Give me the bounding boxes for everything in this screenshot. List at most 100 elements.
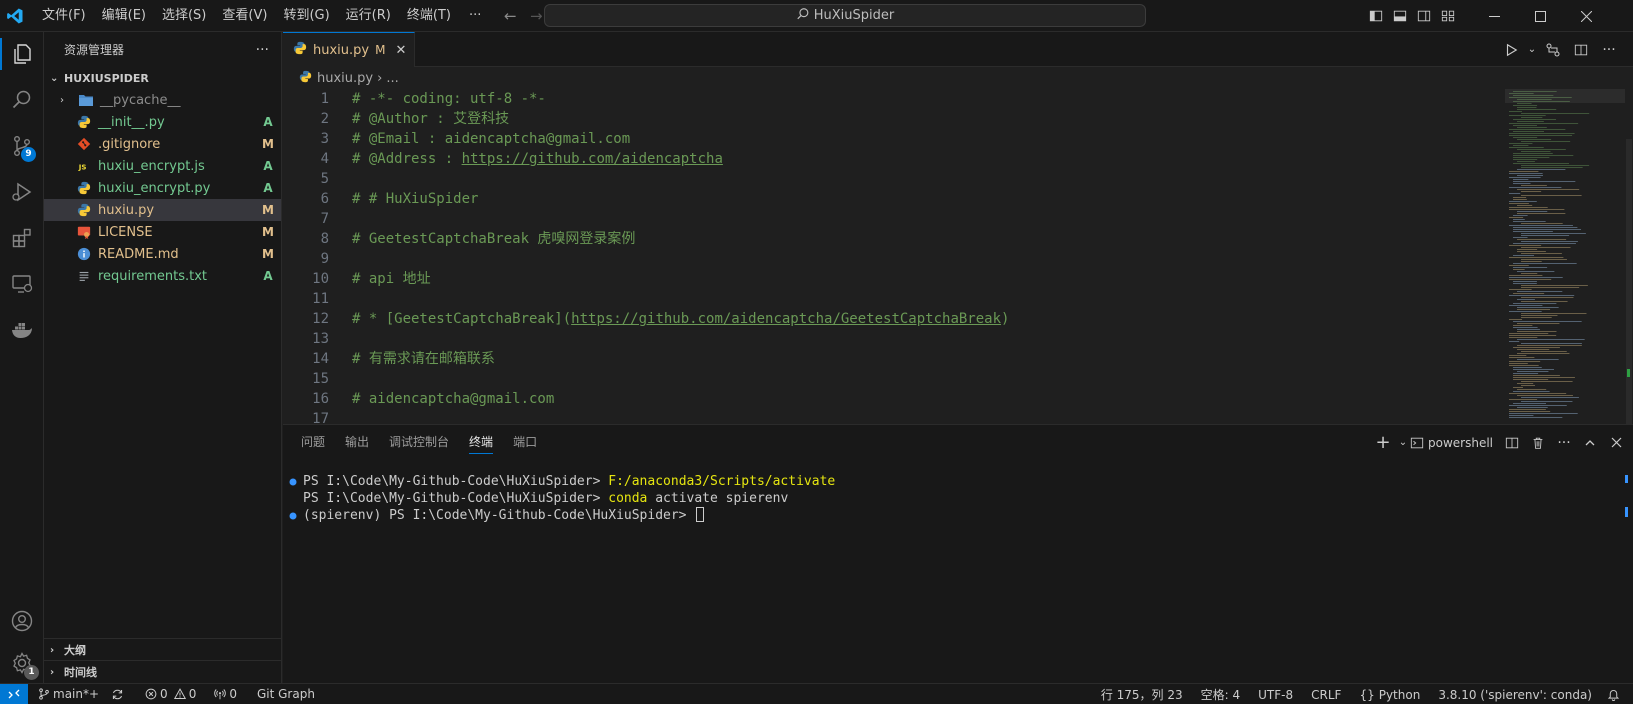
tree-item[interactable]: huxiu_encrypt.py A xyxy=(44,177,281,199)
more-actions-icon[interactable]: ··· xyxy=(1551,435,1577,451)
command-decoration-icon[interactable] xyxy=(283,507,303,524)
tree-item[interactable]: __init__.py A xyxy=(44,111,281,133)
line-number: 17 xyxy=(312,411,329,424)
close-window-icon[interactable] xyxy=(1563,0,1609,32)
settings-gear-icon[interactable]: 1 xyxy=(0,641,44,685)
explorer-more-button[interactable]: ··· xyxy=(256,42,269,58)
menu-item[interactable]: 终端(T) xyxy=(399,0,459,32)
code-line: 17 xyxy=(283,409,1433,424)
split-terminal-icon[interactable] xyxy=(1499,436,1525,450)
branch-status[interactable]: main*+ xyxy=(28,684,105,704)
split-editor-icon[interactable] xyxy=(1567,43,1595,57)
end-of-line[interactable]: CRLF xyxy=(1302,684,1350,704)
code-link[interactable]: https://github.com/aidencaptcha/GeetestC… xyxy=(571,311,1001,327)
tree-item[interactable]: JS huxiu_encrypt.js A xyxy=(44,155,281,177)
git-status-badge: M xyxy=(262,137,274,151)
line-number: 15 xyxy=(312,371,329,387)
command-center-label: HuXiuSpider xyxy=(813,8,895,23)
tree-item[interactable]: LICENSE M xyxy=(44,221,281,243)
braces-icon: {} xyxy=(1359,687,1375,702)
more-actions-icon[interactable]: ··· xyxy=(1595,42,1623,58)
menu-item[interactable]: 文件(F) xyxy=(34,0,94,32)
menu-item[interactable]: 运行(R) xyxy=(338,0,399,32)
git-graph-button[interactable]: Git Graph xyxy=(243,684,321,704)
cursor-position[interactable]: 行 175，列 23 xyxy=(1092,684,1192,704)
comment-text: # 有需求请在邮箱联系 xyxy=(352,351,495,367)
terminal[interactable]: PS I:\Code\My-Github-Code\HuXiuSpider> F… xyxy=(283,473,1613,524)
timeline-section[interactable]: › 时间线 xyxy=(44,660,282,683)
close-panel-icon[interactable] xyxy=(1603,437,1629,448)
ports-status[interactable]: 0 xyxy=(202,684,243,704)
command-center-search[interactable]: HuXiuSpider xyxy=(544,4,1146,27)
chevron-down-icon[interactable]: ⌄ xyxy=(1396,437,1410,448)
tree-item[interactable]: .gitignore M xyxy=(44,133,281,155)
menu-item[interactable]: 编辑(E) xyxy=(94,0,154,32)
tree-item[interactable]: huxiu.py M xyxy=(44,199,281,221)
python-interpreter[interactable]: 3.8.10 ('spierenv': conda) xyxy=(1429,684,1601,704)
docker-icon[interactable] xyxy=(0,308,44,352)
notifications-bell-icon[interactable] xyxy=(1601,684,1633,704)
menu-item[interactable]: 查看(V) xyxy=(214,0,275,32)
command-decoration-icon[interactable] xyxy=(283,490,303,507)
tree-item[interactable]: requirements.txt A xyxy=(44,265,281,287)
back-arrow-icon[interactable]: ← xyxy=(497,7,523,25)
python-file-icon xyxy=(293,41,307,59)
customize-layout-icon[interactable] xyxy=(1436,0,1460,32)
menu-item[interactable]: 转到(G) xyxy=(275,0,337,32)
panel-tab[interactable]: 端口 xyxy=(503,425,547,460)
panel-tab[interactable]: 终端 xyxy=(459,425,503,460)
code-line: 2 # @Author : 艾登科技 xyxy=(283,109,1433,129)
breadcrumb-symbol[interactable]: ... xyxy=(386,71,398,86)
outline-section[interactable]: › 大纲 xyxy=(44,638,282,661)
trash-icon[interactable] xyxy=(1525,436,1551,450)
maximize-icon[interactable] xyxy=(1517,0,1563,32)
code-link[interactable]: https://github.com/aidencaptcha xyxy=(462,151,723,167)
run-python-icon[interactable] xyxy=(1497,43,1525,57)
minimize-icon[interactable] xyxy=(1471,0,1517,32)
panel-tab[interactable]: 输出 xyxy=(335,425,379,460)
panel-tab[interactable]: 问题 xyxy=(291,425,335,460)
run-debug-icon[interactable] xyxy=(0,170,44,214)
new-terminal-icon[interactable]: + xyxy=(1370,432,1396,453)
line-number: 4 xyxy=(320,151,329,167)
panel-tab[interactable]: 调试控制台 xyxy=(379,425,459,460)
tree-item[interactable]: › __pycache__ xyxy=(44,89,281,111)
close-tab-icon[interactable]: ✕ xyxy=(395,43,406,58)
extensions-icon[interactable] xyxy=(0,216,44,260)
more-menu-button[interactable]: ··· xyxy=(459,8,491,23)
encoding[interactable]: UTF-8 xyxy=(1249,684,1302,704)
line-number: 9 xyxy=(320,251,329,267)
code-line: 6 # # HuXiuSpider xyxy=(283,189,1433,209)
code-editor[interactable]: 1 # -*- coding: utf-8 -*- 2 # @Author : 艾登科… xyxy=(283,89,1433,424)
tree-item[interactable]: README.md M xyxy=(44,243,281,265)
chevron-down-icon[interactable]: ⌄ xyxy=(1525,44,1539,55)
terminal-shell-selector[interactable]: powershell xyxy=(1410,436,1493,450)
remote-indicator-icon[interactable] xyxy=(0,683,28,704)
editor-tab-huxiu[interactable]: huxiu.py M ✕ xyxy=(283,32,416,67)
terminal-command: conda xyxy=(608,491,648,506)
minimap[interactable] xyxy=(1505,89,1625,424)
indentation[interactable]: 空格: 4 xyxy=(1192,684,1250,704)
toggle-secondary-sidebar-icon[interactable] xyxy=(1412,0,1436,32)
git-branch-icon xyxy=(39,688,49,700)
search-icon[interactable] xyxy=(0,78,44,122)
command-decoration-icon[interactable] xyxy=(283,473,303,490)
open-changes-icon[interactable] xyxy=(1539,42,1567,58)
menu-item[interactable]: 选择(S) xyxy=(154,0,214,32)
problems-status[interactable]: 0 0 xyxy=(133,684,202,704)
sync-icon[interactable] xyxy=(105,684,133,704)
source-control-icon[interactable]: 9 xyxy=(0,124,44,168)
account-icon[interactable] xyxy=(0,599,44,643)
editor-scrollbar[interactable] xyxy=(1625,89,1633,424)
activity-bar: 9 1 xyxy=(0,32,44,683)
language-mode[interactable]: {} Python xyxy=(1350,684,1429,704)
remote-explorer-icon[interactable] xyxy=(0,262,44,306)
breadcrumb-file[interactable]: huxiu.py xyxy=(317,71,373,86)
maximize-panel-icon[interactable] xyxy=(1577,437,1603,449)
tree-item-label: __init__.py xyxy=(98,114,165,130)
python-file-icon xyxy=(76,180,92,196)
toggle-sidebar-icon[interactable] xyxy=(1364,0,1388,32)
root-folder-header[interactable]: ⌄ HUXIUSPIDER xyxy=(44,67,281,89)
explorer-icon[interactable] xyxy=(0,32,44,76)
toggle-panel-icon[interactable] xyxy=(1388,0,1412,32)
